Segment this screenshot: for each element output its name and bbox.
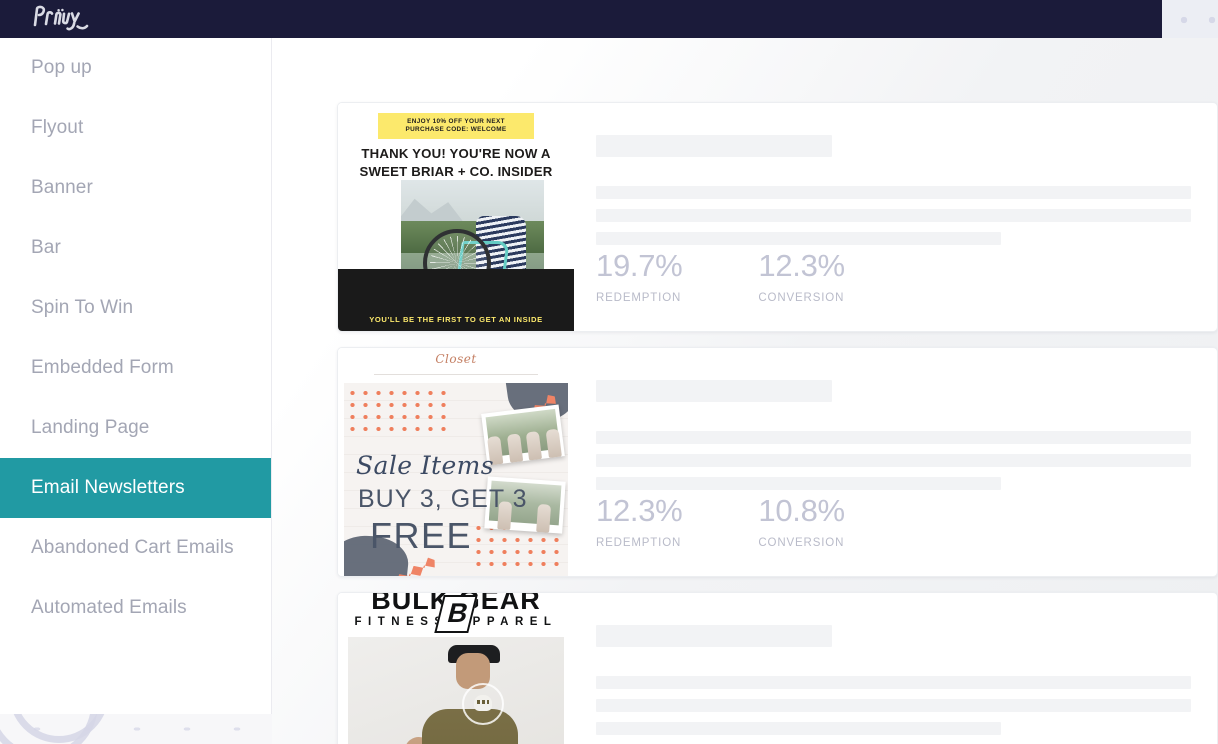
sidebar-item-label: Automated Emails (31, 597, 187, 618)
stat-conversion: 10.8% CONVERSION (758, 493, 845, 549)
skull-icon (474, 695, 492, 711)
sidebar-item-bar[interactable]: Bar (0, 218, 271, 278)
bulk-gear-email-creative: BULK GEAR FITNESS APPAREL (338, 593, 574, 744)
skeleton-title-bar (596, 380, 832, 402)
email-preview-thumbnail[interactable]: Closet Sale Items BUY 3, GET 3 FREE (338, 348, 574, 576)
skeleton-text-line (596, 431, 1191, 444)
model-photo (348, 637, 564, 744)
sale-headline: Sale Items (356, 451, 495, 480)
card-body: 19.7% REDEMPTION 12.3% CONVERSION (574, 103, 1217, 331)
sidebar-item-flyout[interactable]: Flyout (0, 98, 271, 158)
skeleton-text-line (596, 699, 1191, 712)
skeleton-text-line (596, 232, 1001, 245)
sidebar-item-pop-up[interactable]: Pop up (0, 38, 271, 98)
email-footer-band: YOU'LL BE THE FIRST TO GET AN INSIDE (338, 269, 574, 331)
sale-items-email-creative: Closet Sale Items BUY 3, GET 3 FREE (338, 348, 574, 576)
card-stats: 19.7% REDEMPTION 12.3% CONVERSION (596, 250, 845, 304)
sidebar-item-label: Bar (31, 237, 61, 258)
sidebar-item-spin-to-win[interactable]: Spin To Win (0, 278, 271, 338)
email-preview-thumbnail[interactable]: BULK GEAR FITNESS APPAREL (338, 593, 574, 744)
email-headline: THANK YOU! YOU'RE NOW A SWEET BRIAR + CO… (338, 145, 574, 181)
sale-offer-emphasis: FREE (370, 515, 473, 556)
sidebar-item-banner[interactable]: Banner (0, 158, 271, 218)
skeleton-text-line (596, 186, 1191, 199)
stat-value: 12.3% (758, 248, 845, 283)
stat-value: 10.8% (758, 493, 845, 528)
skeleton-title-bar (596, 625, 832, 647)
sidebar-item-automated-emails[interactable]: Automated Emails (0, 578, 271, 638)
confetti-dots-top-left (346, 387, 454, 439)
coupon-line-1: ENJOY 10% OFF YOUR NEXT (407, 118, 505, 125)
sidebar-item-label: Landing Page (31, 417, 150, 438)
sweet-briar-email-creative: ENJOY 10% OFF YOUR NEXT PURCHASE CODE: W… (338, 103, 574, 331)
sidebar-item-email-newsletters[interactable]: Email Newsletters (0, 458, 271, 518)
sidebar-item-label: Embedded Form (31, 357, 174, 378)
skeleton-text-line (596, 454, 1191, 467)
sidebar-item-label: Banner (31, 177, 93, 198)
sidebar-item-label: Flyout (31, 117, 84, 138)
skeleton-text-line (596, 477, 1001, 490)
stat-label: CONVERSION (758, 292, 845, 304)
top-header-bar (0, 0, 1162, 38)
coupon-banner: ENJOY 10% OFF YOUR NEXT PURCHASE CODE: W… (378, 113, 534, 139)
sidebar-nav: Pop up Flyout Banner Bar Spin To Win Emb… (0, 38, 272, 714)
sidebar-item-label: Spin To Win (31, 297, 134, 318)
stat-conversion: 12.3% CONVERSION (758, 248, 845, 304)
email-template-card[interactable]: ENJOY 10% OFF YOUR NEXT PURCHASE CODE: W… (337, 102, 1218, 332)
sidebar-item-label: Email Newsletters (31, 477, 185, 498)
stat-label: CONVERSION (758, 537, 845, 549)
coupon-line-2: PURCHASE CODE: WELCOME (405, 126, 507, 133)
sale-offer-line: BUY 3, GET 3 (358, 485, 528, 513)
sidebar-item-landing-page[interactable]: Landing Page (0, 398, 271, 458)
sidebar-item-embedded-form[interactable]: Embedded Form (0, 338, 271, 398)
divider (374, 374, 538, 375)
main-content-area: ENJOY 10% OFF YOUR NEXT PURCHASE CODE: W… (272, 38, 1218, 744)
stat-redemption: 12.3% REDEMPTION (596, 493, 683, 549)
skeleton-text-line (596, 209, 1191, 222)
app-root: Privy Pop up Flyout Banner Bar Spin To W… (0, 0, 1218, 744)
skeleton-text-line (596, 676, 1191, 689)
sale-artwork: Sale Items BUY 3, GET 3 FREE (344, 383, 568, 576)
footer-text: YOU'LL BE THE FIRST TO GET AN INSIDE (369, 315, 543, 324)
card-stats: 12.3% REDEMPTION 10.8% CONVERSION (596, 495, 845, 549)
headline-line-2: SWEET BRIAR + CO. INSIDER (359, 163, 553, 179)
stat-redemption: 19.7% REDEMPTION (596, 248, 683, 304)
email-template-card[interactable]: BULK GEAR FITNESS APPAREL (337, 592, 1218, 744)
skeleton-title-bar (596, 135, 832, 157)
sidebar-item-abandoned-cart-emails[interactable]: Abandoned Cart Emails (0, 518, 271, 578)
sidebar-item-list: Pop up Flyout Banner Bar Spin To Win Emb… (0, 38, 271, 638)
card-body (574, 593, 1217, 744)
stat-label: REDEMPTION (596, 537, 682, 549)
headline-line-1: THANK YOU! YOU'RE NOW A (361, 146, 551, 161)
email-template-card[interactable]: Closet Sale Items BUY 3, GET 3 FREE 12.3… (337, 347, 1218, 577)
sidebar-item-label: Pop up (31, 57, 92, 78)
stat-label: REDEMPTION (596, 292, 682, 304)
skeleton-text-line (596, 722, 1001, 735)
card-body: 12.3% REDEMPTION 10.8% CONVERSION (574, 348, 1217, 576)
privy-logo-icon[interactable]: Privy (29, 2, 91, 34)
stat-value: 19.7% (596, 248, 683, 283)
email-preview-thumbnail[interactable]: ENJOY 10% OFF YOUR NEXT PURCHASE CODE: W… (338, 103, 574, 331)
polaroid-image (485, 408, 562, 466)
photo-figures (483, 418, 565, 466)
sidebar-item-label: Abandoned Cart Emails (31, 537, 234, 558)
tshirt-emblem (462, 683, 504, 725)
stat-value: 12.3% (596, 493, 683, 528)
brand-wordmark: Closet (435, 352, 477, 366)
